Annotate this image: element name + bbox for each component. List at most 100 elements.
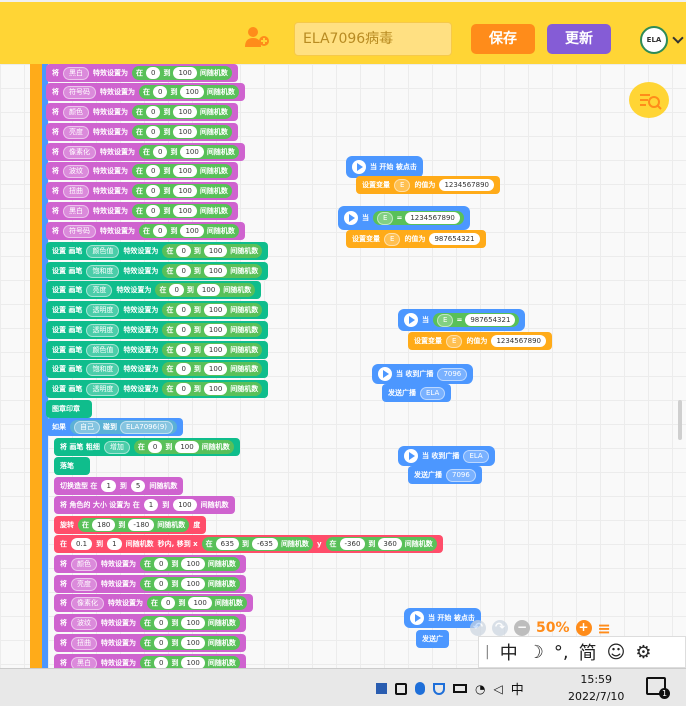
number-input[interactable]: 100 xyxy=(181,617,205,629)
number-input[interactable]: 0 xyxy=(146,67,161,79)
effect-dropdown[interactable]: 波纹 xyxy=(71,616,97,630)
effect-block[interactable]: 将 亮度 特效设置为 在 0 到 100 间随机数 xyxy=(54,575,246,593)
number-input[interactable]: 100 xyxy=(188,597,212,609)
undo-icon[interactable]: ↶ xyxy=(470,620,486,636)
set-size-block[interactable]: 将 角色的 大小 设置为 在 1 到 100 间随机数 xyxy=(54,496,235,514)
increase-dropdown[interactable]: 增加 xyxy=(103,440,130,454)
broadcast-block[interactable]: 发送广播 7096 xyxy=(408,466,482,484)
number-input[interactable]: 0 xyxy=(176,344,191,356)
number-input[interactable]: 100 xyxy=(181,578,205,590)
number-input[interactable]: 100 xyxy=(181,558,205,570)
number-input[interactable]: 0 xyxy=(153,86,168,98)
variable-dropdown[interactable]: E xyxy=(437,313,454,327)
security-icon[interactable] xyxy=(395,682,407,695)
number-input[interactable]: 0 xyxy=(146,126,161,138)
variable-dropdown[interactable]: E xyxy=(394,178,411,192)
number-input[interactable]: 100 xyxy=(180,86,204,98)
pen-block[interactable]: 设置 画笔 透明度 特效设置为 在 0 到 100 间随机数 xyxy=(46,301,269,319)
number-input[interactable]: 0.1 xyxy=(71,538,93,550)
number-input[interactable]: 100 xyxy=(173,499,197,511)
number-input[interactable]: 100 xyxy=(181,637,205,649)
effect-block[interactable]: 将 符号码 特效设置为 在 0 到 100 间随机数 xyxy=(46,222,245,240)
value-input[interactable]: 987654321 xyxy=(465,314,516,326)
value-input[interactable]: 987654321 xyxy=(429,233,480,245)
list-icon[interactable]: ≡ xyxy=(598,619,611,638)
effect-block[interactable]: 将 黑白 特效设置为 在 0 到 100 间随机数 xyxy=(46,64,238,82)
pen-prop-dropdown[interactable]: 亮度 xyxy=(86,283,113,297)
moon-icon[interactable]: ☽ xyxy=(528,642,544,663)
zoom-in-button[interactable]: + xyxy=(575,620,592,636)
ime-mode[interactable]: 中 xyxy=(500,639,518,665)
broadcast-block[interactable]: 发送广 xyxy=(416,630,449,648)
effect-block[interactable]: 将 波纹 特效设置为 在 0 到 100 间随机数 xyxy=(54,614,246,632)
pen-block[interactable]: 设置 画笔 透明度 特效设置为 在 0 到 100 间随机数 xyxy=(46,321,269,339)
number-input[interactable]: 635 xyxy=(215,538,240,550)
stamp-block[interactable]: 图章印章 xyxy=(46,400,92,418)
user-avatar[interactable]: ELA xyxy=(640,26,668,54)
drag-handle-icon[interactable]: | xyxy=(485,644,490,660)
effect-dropdown[interactable]: 扭曲 xyxy=(63,184,89,198)
number-input[interactable]: 0 xyxy=(153,225,168,237)
number-input[interactable]: -180 xyxy=(128,519,155,531)
add-user-icon[interactable] xyxy=(244,26,270,48)
pen-block[interactable]: 设置 画笔 饱和度 特效设置为 在 0 到 100 间随机数 xyxy=(46,360,269,378)
number-input[interactable]: 100 xyxy=(181,657,205,668)
switch-costume-block[interactable]: 切换造型 在 1 到 5 间随机数 xyxy=(54,477,184,495)
number-input[interactable]: 100 xyxy=(203,383,228,395)
effect-block[interactable]: 将 黑白 特效设置为 在 0 到 100 间随机数 xyxy=(54,654,246,668)
shield-icon[interactable] xyxy=(433,682,445,695)
effect-dropdown[interactable]: 符号码 xyxy=(63,85,96,99)
effect-block[interactable]: 将 亮度 特效设置为 在 0 到 100 间随机数 xyxy=(46,123,238,141)
number-input[interactable]: 100 xyxy=(173,165,197,177)
number-input[interactable]: 0 xyxy=(154,657,169,668)
number-input[interactable]: 5 xyxy=(130,480,146,492)
effect-dropdown[interactable]: 颜色 xyxy=(63,105,89,119)
effect-dropdown[interactable]: 亮度 xyxy=(63,125,89,139)
number-input[interactable]: 0 xyxy=(176,245,191,257)
set-variable-block[interactable]: 设置变量 E 的值为 1234567890 xyxy=(408,332,552,350)
number-input[interactable]: 100 xyxy=(173,106,197,118)
number-input[interactable]: 0 xyxy=(153,146,168,158)
when-receive-hat[interactable]: 当 收到广播 7096 xyxy=(372,364,474,384)
effect-block[interactable]: 将 扭曲 特效设置为 在 0 到 100 间随机数 xyxy=(46,182,238,200)
number-input[interactable]: 100 xyxy=(203,344,228,356)
pen-prop-dropdown[interactable]: 饱和度 xyxy=(86,264,120,278)
number-input[interactable]: 1 xyxy=(143,499,159,511)
value-input[interactable]: 1234567890 xyxy=(439,179,494,191)
project-name-input[interactable]: ELA7096病毒 xyxy=(294,22,452,56)
pen-prop-dropdown[interactable]: 颜色值 xyxy=(86,244,120,258)
pen-block[interactable]: 设置 画笔 颜色值 特效设置为 在 0 到 100 间随机数 xyxy=(46,242,269,260)
number-input[interactable]: 0 xyxy=(176,363,191,375)
number-input[interactable]: 100 xyxy=(173,126,197,138)
effect-dropdown[interactable]: 黑白 xyxy=(63,204,89,218)
number-input[interactable]: 1 xyxy=(107,538,122,550)
number-input[interactable]: 100 xyxy=(180,225,204,237)
chevron-down-icon[interactable] xyxy=(672,32,684,44)
number-input[interactable]: 0 xyxy=(176,304,191,316)
number-input[interactable]: 100 xyxy=(173,205,197,217)
number-input[interactable]: 100 xyxy=(175,441,199,453)
value-input[interactable]: 1234567890 xyxy=(405,212,460,224)
number-input[interactable]: 360 xyxy=(378,538,402,550)
app-icon[interactable] xyxy=(376,683,387,694)
if-block[interactable]: 如果 自己 碰到 ELA7096(9) xyxy=(46,418,184,436)
pen-prop-dropdown[interactable]: 透明度 xyxy=(86,323,120,337)
network-icon[interactable]: ◔ xyxy=(475,682,485,696)
number-input[interactable]: 100 xyxy=(203,304,228,316)
effect-block[interactable]: 将 像素化 特效设置为 在 0 到 100 间随机数 xyxy=(54,594,253,612)
vertical-scrollbar[interactable] xyxy=(678,400,682,440)
effect-dropdown[interactable]: 扭曲 xyxy=(71,636,97,650)
message-dropdown[interactable]: 7096 xyxy=(437,367,468,381)
rotate-block[interactable]: 旋转 在 180 到 -180 间随机数 度 xyxy=(54,516,207,534)
number-input[interactable]: 0 xyxy=(146,185,161,197)
number-input[interactable]: 0 xyxy=(176,265,191,277)
number-input[interactable]: 0 xyxy=(169,284,184,296)
pen-size-block[interactable]: 将 画笔 粗细 增加 在 0 到 100 间随机数 xyxy=(54,438,240,456)
number-input[interactable]: 0 xyxy=(146,106,161,118)
number-input[interactable]: -360 xyxy=(339,538,366,550)
volume-icon[interactable]: ◁ xyxy=(493,682,502,696)
number-input[interactable]: 0 xyxy=(154,637,169,649)
battery-icon[interactable] xyxy=(453,684,467,693)
variable-dropdown[interactable]: E xyxy=(377,211,394,225)
set-variable-block[interactable]: 设置变量 E 的值为 987654321 xyxy=(346,230,486,248)
